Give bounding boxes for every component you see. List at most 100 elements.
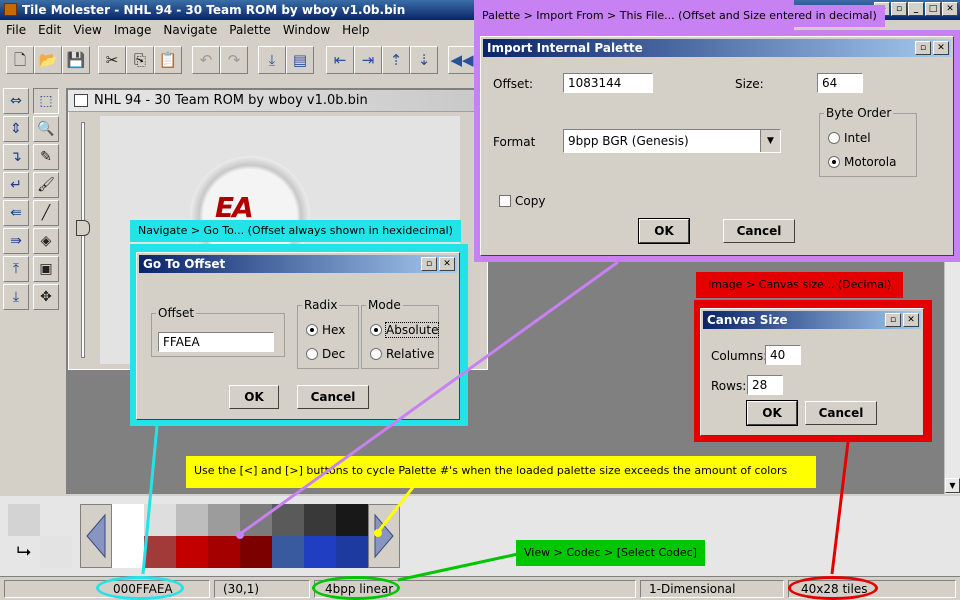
ok-button[interactable]: OK	[638, 218, 690, 244]
line-icon[interactable]: ╱	[33, 200, 59, 226]
shift-down-icon[interactable]: ⤓	[3, 284, 29, 310]
page-back-icon[interactable]: ◀◀	[448, 46, 476, 74]
rotate-left-icon[interactable]: ↵	[3, 172, 29, 198]
next-palette-button[interactable]	[368, 504, 400, 568]
foreground-color[interactable]	[8, 504, 40, 536]
arrow-right-icon	[374, 513, 394, 559]
move-icon[interactable]: ✥	[33, 284, 59, 310]
relative-radio[interactable]	[370, 348, 382, 360]
palette-swatch[interactable]	[336, 504, 368, 536]
undo-icon[interactable]: ↶	[192, 46, 220, 74]
scroll-down-icon[interactable]: ▼	[945, 478, 960, 493]
background-color[interactable]	[40, 536, 72, 568]
intel-radio[interactable]	[828, 132, 840, 144]
brush-icon[interactable]: 🖌	[33, 172, 59, 198]
cancel-button[interactable]: Cancel	[723, 219, 795, 243]
document-title: NHL 94 - 30 Team ROM by wboy v1.0b.bin	[94, 93, 368, 108]
palette-swatch[interactable]	[112, 504, 144, 536]
float-icon[interactable]: ▫	[885, 313, 901, 327]
redo-icon[interactable]: ↷	[220, 46, 248, 74]
shift-left-icon[interactable]: ⇚	[3, 200, 29, 226]
menu-view[interactable]: View	[67, 20, 107, 39]
decrease-height-icon[interactable]: ⇡	[382, 46, 410, 74]
motorola-radio[interactable]	[828, 156, 840, 168]
offset-group: Offset FFAEA	[151, 306, 285, 357]
float-icon[interactable]: ▫	[421, 257, 437, 271]
chevron-down-icon[interactable]: ▼	[760, 130, 780, 152]
copy-checkbox[interactable]	[499, 195, 511, 207]
palette-swatch[interactable]	[144, 536, 176, 568]
palette-swatch[interactable]	[144, 504, 176, 536]
close-icon[interactable]: ✕	[933, 41, 949, 55]
swap-colors-icon[interactable]: ⮡	[10, 538, 38, 566]
palette-swatch[interactable]	[176, 536, 208, 568]
float-icon[interactable]: ▫	[915, 41, 931, 55]
replace-icon[interactable]: ▣	[33, 256, 59, 282]
increase-width-icon[interactable]: ⇥	[354, 46, 382, 74]
menu-file[interactable]: File	[0, 20, 32, 39]
horizontal-mirror-icon[interactable]: ⇔	[3, 88, 29, 114]
zoom-slider[interactable]	[74, 116, 94, 364]
rows-field[interactable]: 28	[747, 375, 783, 395]
palette-swatch[interactable]	[336, 536, 368, 568]
columns-field[interactable]: 40	[765, 345, 801, 365]
offset-field[interactable]: 1083144	[563, 73, 653, 93]
shift-up-icon[interactable]: ⤒	[3, 256, 29, 282]
rotate-right-icon[interactable]: ↴	[3, 144, 29, 170]
maximize-button[interactable]: □	[925, 2, 941, 16]
palette-swatch[interactable]	[304, 504, 336, 536]
absolute-radio[interactable]	[370, 324, 382, 336]
menu-palette[interactable]: Palette	[223, 20, 277, 39]
vertical-scrollbar[interactable]: ▼	[944, 260, 960, 494]
select-icon[interactable]: ⬚	[33, 88, 59, 114]
size-field[interactable]: 64	[817, 73, 863, 93]
menu-image[interactable]: Image	[108, 20, 158, 39]
menu-help[interactable]: Help	[336, 20, 375, 39]
byte-order-group: Byte Order Intel Motorola	[819, 106, 917, 177]
close-icon[interactable]: ✕	[903, 313, 919, 327]
ok-button[interactable]: OK	[746, 400, 798, 426]
zoom-icon[interactable]: 🔍	[33, 116, 59, 142]
copy-icon[interactable]: ⎘	[126, 46, 154, 74]
dec-radio[interactable]	[306, 348, 318, 360]
palette-swatch[interactable]	[240, 536, 272, 568]
decrease-width-icon[interactable]: ⇤	[326, 46, 354, 74]
cut-icon[interactable]: ✂	[98, 46, 126, 74]
save-icon[interactable]: 💾	[62, 46, 90, 74]
hex-radio[interactable]	[306, 324, 318, 336]
close-icon[interactable]: ✕	[439, 257, 455, 271]
go-to-icon[interactable]: ⤓	[258, 46, 286, 74]
menu-navigate[interactable]: Navigate	[157, 20, 223, 39]
fill-icon[interactable]: ◈	[33, 228, 59, 254]
cancel-button[interactable]: Cancel	[297, 385, 369, 409]
shift-right-icon[interactable]: ⇛	[3, 228, 29, 254]
palette-swatch[interactable]	[112, 536, 144, 568]
ok-button[interactable]: OK	[229, 385, 279, 409]
palette-swatch[interactable]	[208, 536, 240, 568]
offset-label: Offset:	[493, 77, 534, 91]
dropper-icon[interactable]: ✎	[33, 144, 59, 170]
palette-swatch[interactable]	[240, 504, 272, 536]
goto-callout: Navigate > Go To... (Offset always shown…	[130, 220, 461, 242]
menu-edit[interactable]: Edit	[32, 20, 67, 39]
open-folder-icon[interactable]: 📂	[34, 46, 62, 74]
new-file-icon[interactable]: 🗋	[6, 46, 34, 74]
increase-height-icon[interactable]: ⇣	[410, 46, 438, 74]
close-button[interactable]: ✕	[942, 2, 958, 16]
offset-field[interactable]: FFAEA	[158, 332, 274, 352]
previous-palette-button[interactable]	[80, 504, 112, 568]
palette-swatch[interactable]	[272, 504, 304, 536]
float-icon[interactable]: ▫	[891, 2, 907, 16]
palette-swatch[interactable]	[272, 536, 304, 568]
palette-swatch[interactable]	[176, 504, 208, 536]
minimize-button[interactable]: _	[908, 2, 924, 16]
format-select[interactable]: 9bpp BGR (Genesis) ▼	[563, 129, 781, 153]
menu-window[interactable]: Window	[277, 20, 336, 39]
palette-swatch[interactable]	[304, 536, 336, 568]
mode-group: Mode Absolute Relative	[361, 298, 440, 369]
paste-icon[interactable]: 📋	[154, 46, 182, 74]
palette-swatch[interactable]	[208, 504, 240, 536]
vertical-mirror-icon[interactable]: ⇕	[3, 116, 29, 142]
add-bookmark-icon[interactable]: ▤	[286, 46, 314, 74]
cancel-button[interactable]: Cancel	[805, 401, 877, 425]
